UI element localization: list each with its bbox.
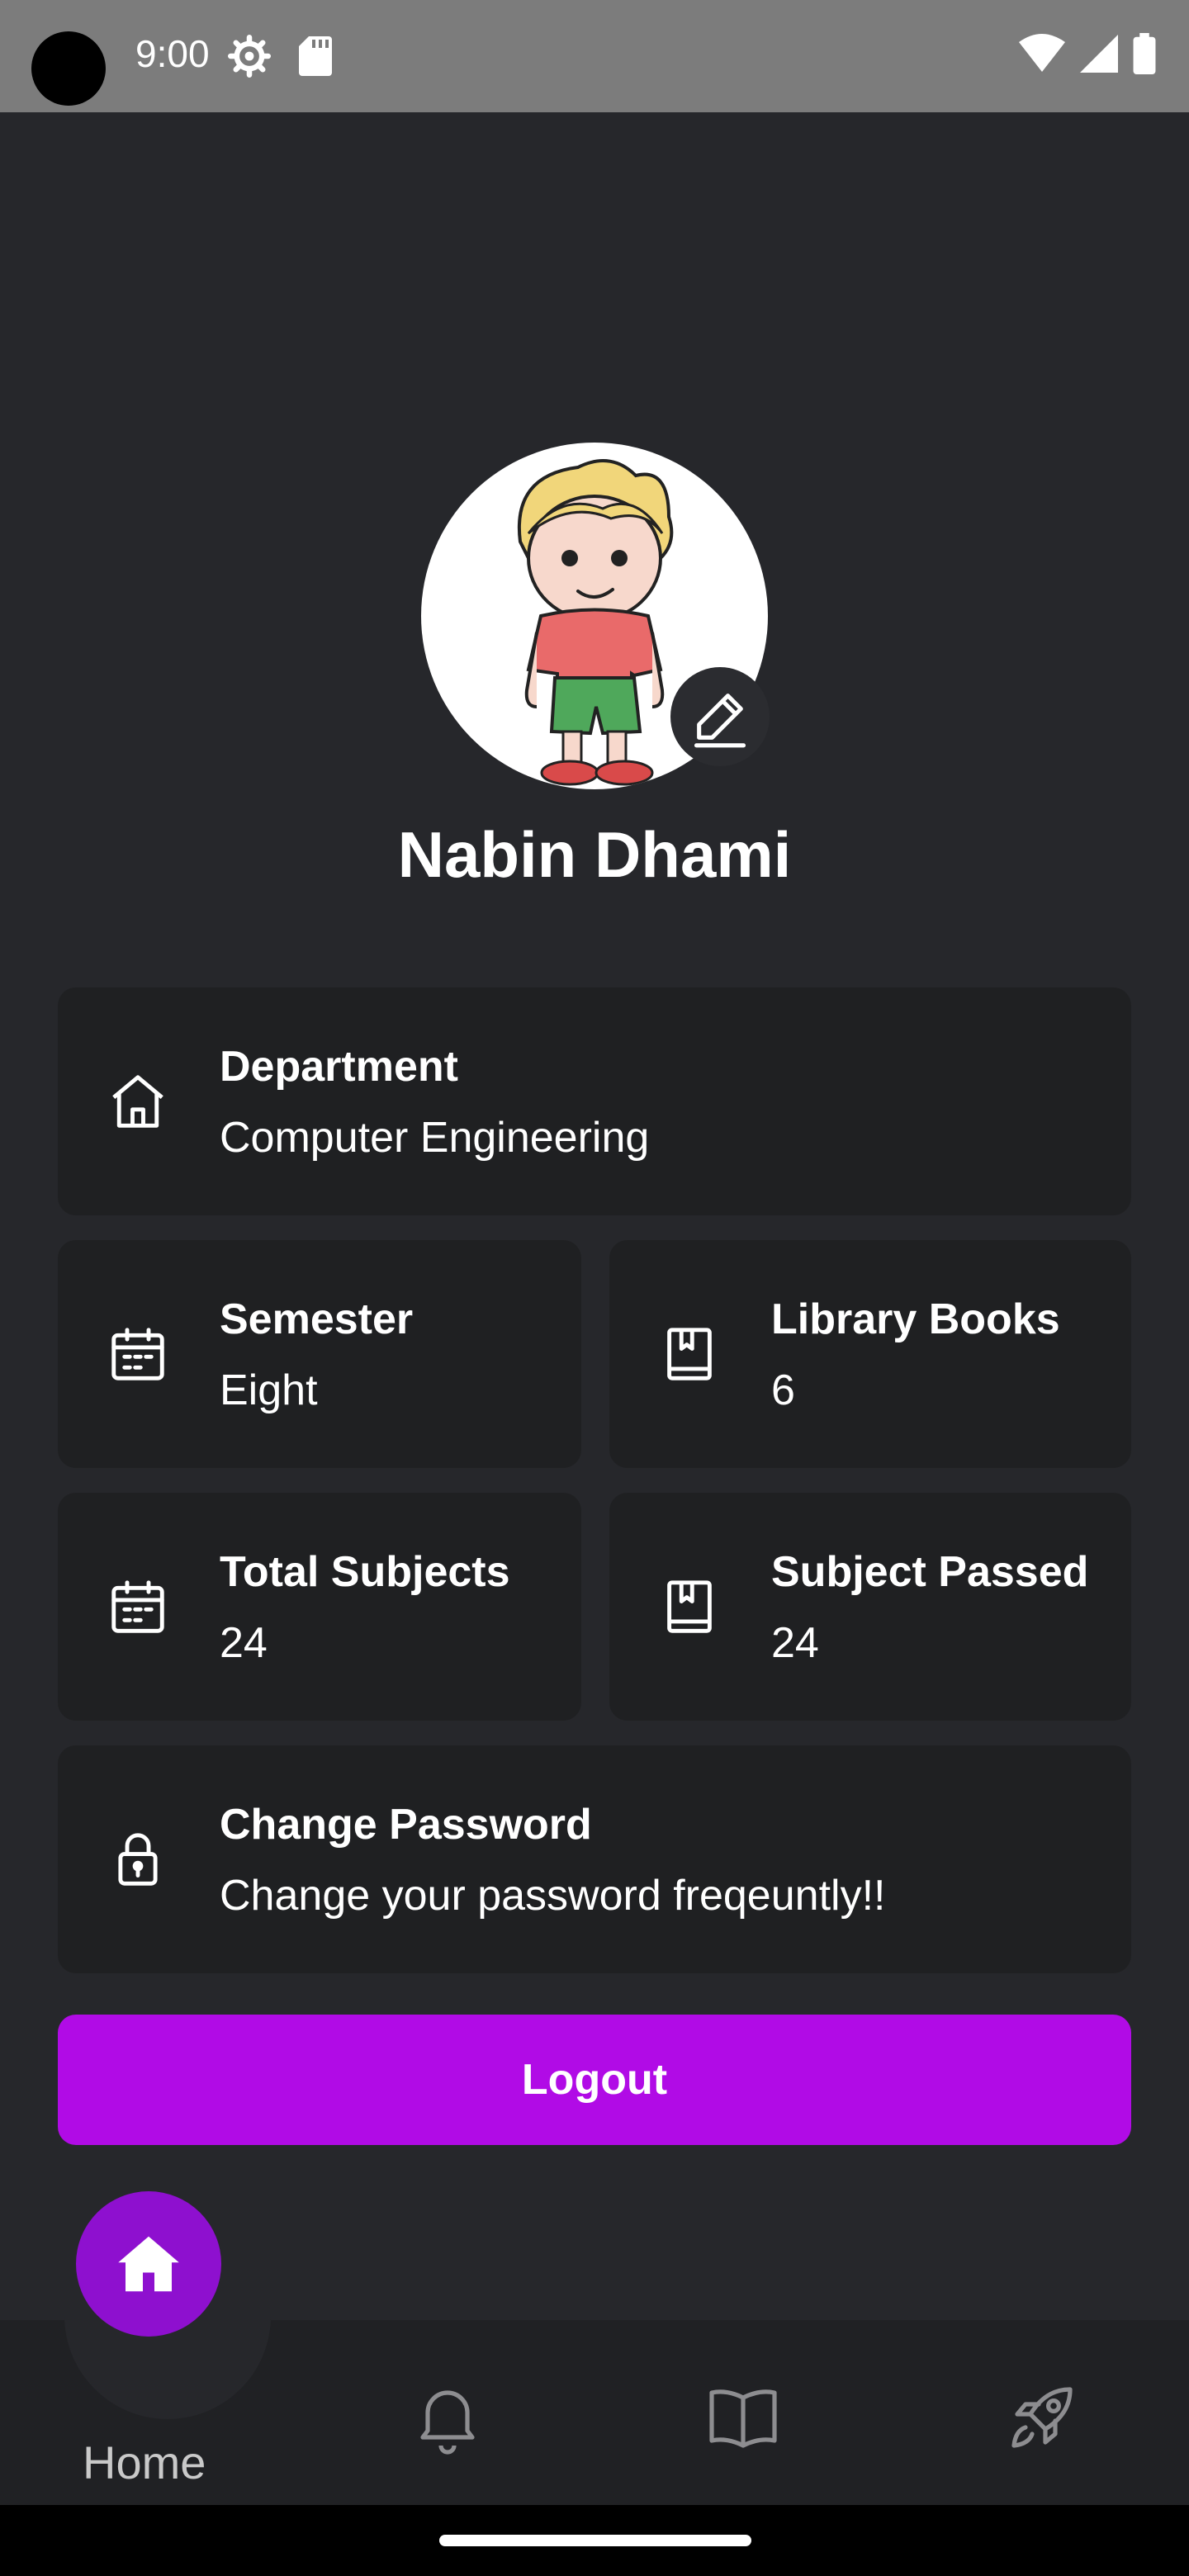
change-password-title: Change Password bbox=[220, 1801, 592, 1849]
sd-card-icon bbox=[299, 36, 332, 76]
nav-home-label: Home bbox=[83, 2436, 206, 2488]
logout-button[interactable]: Logout bbox=[58, 2015, 1131, 2145]
subject-passed-card: Subject Passed 24 bbox=[609, 1493, 1131, 1721]
department-card: Department Computer Engineering bbox=[58, 987, 1131, 1215]
library-books-title: Library Books bbox=[771, 1295, 1060, 1343]
edit-avatar-button[interactable] bbox=[670, 667, 770, 766]
home-filled-icon bbox=[118, 2236, 179, 2292]
subject-passed-value: 24 bbox=[771, 1619, 819, 1667]
cellular-signal-icon bbox=[1080, 35, 1118, 73]
pencil-icon bbox=[694, 694, 746, 748]
total-subjects-value: 24 bbox=[220, 1619, 268, 1667]
calendar-icon bbox=[111, 1328, 164, 1380]
change-password-subtitle: Change your password freqeuntly!! bbox=[220, 1872, 886, 1920]
camera-cutout bbox=[31, 31, 106, 106]
gesture-handle[interactable] bbox=[439, 2535, 751, 2546]
library-books-card: Library Books 6 bbox=[609, 1240, 1131, 1468]
lock-icon bbox=[118, 1833, 158, 1886]
library-books-value: 6 bbox=[771, 1366, 795, 1414]
semester-card: Semester Eight bbox=[58, 1240, 581, 1468]
subject-passed-title: Subject Passed bbox=[771, 1548, 1089, 1596]
book-icon bbox=[667, 1580, 712, 1633]
status-bar: 9:00 bbox=[0, 0, 1189, 112]
wifi-icon bbox=[1019, 34, 1065, 72]
open-book-icon[interactable] bbox=[703, 2378, 783, 2457]
department-title: Department bbox=[220, 1043, 458, 1091]
status-time: 9:00 bbox=[135, 32, 210, 75]
semester-title: Semester bbox=[220, 1295, 414, 1343]
profile-avatar bbox=[421, 443, 770, 789]
calendar-icon bbox=[111, 1580, 164, 1633]
semester-value: Eight bbox=[220, 1366, 318, 1414]
battery-icon bbox=[1133, 33, 1156, 74]
nav-home-button[interactable] bbox=[76, 2191, 221, 2337]
total-subjects-title: Total Subjects bbox=[220, 1548, 510, 1596]
home-outline-icon bbox=[112, 1075, 163, 1128]
settings-gear-icon bbox=[228, 35, 271, 78]
bell-icon[interactable] bbox=[408, 2378, 487, 2457]
department-value: Computer Engineering bbox=[220, 1114, 650, 1162]
rocket-icon[interactable] bbox=[1002, 2378, 1082, 2457]
change-password-card[interactable]: Change Password Change your password fre… bbox=[58, 1745, 1131, 1973]
total-subjects-card: Total Subjects 24 bbox=[58, 1493, 581, 1721]
book-icon bbox=[667, 1328, 712, 1380]
profile-name: Nabin Dhami bbox=[397, 818, 792, 891]
